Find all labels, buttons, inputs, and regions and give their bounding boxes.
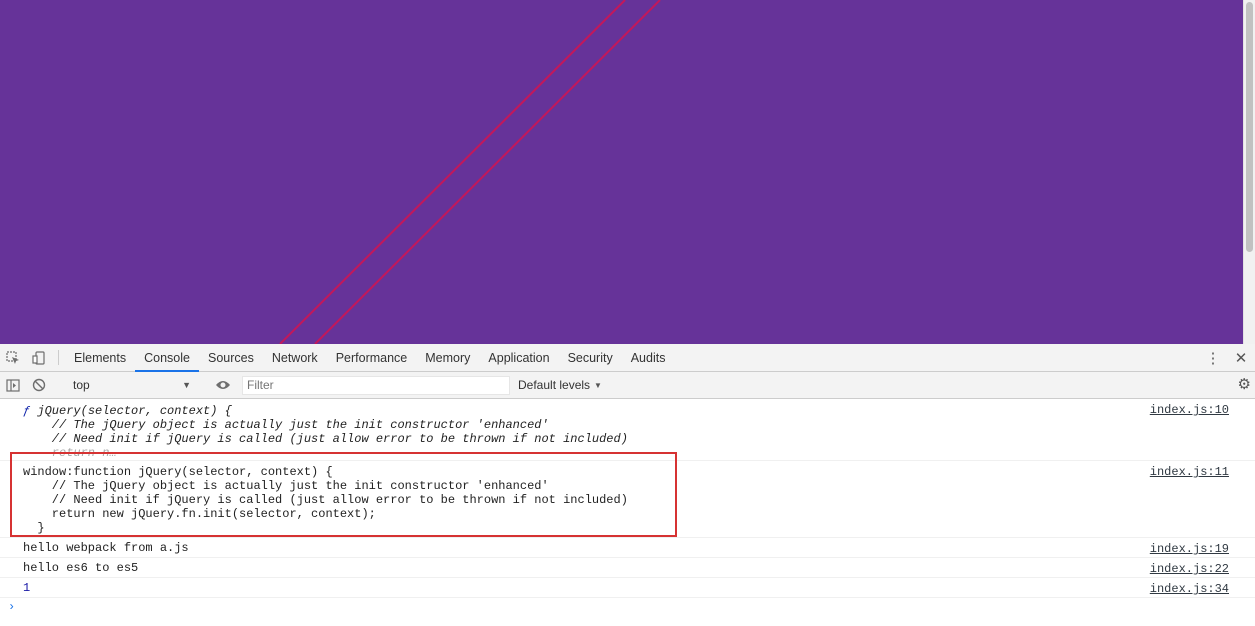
message-text: ƒ jQuery(selector, context) { // The jQu…	[23, 404, 1255, 460]
tab-security[interactable]: Security	[559, 344, 622, 371]
chevron-down-icon: ▼	[182, 380, 191, 390]
clear-console-icon[interactable]	[26, 378, 52, 392]
source-link[interactable]: index.js:19	[1150, 542, 1229, 556]
execution-context-value: top	[73, 378, 90, 392]
source-link[interactable]: index.js:34	[1150, 582, 1229, 596]
console-sidebar-icon[interactable]	[0, 378, 26, 392]
gear-icon[interactable]: ⚙	[1238, 375, 1251, 393]
console-message[interactable]: hello es6 to es5 index.js:22	[0, 558, 1255, 578]
tab-console[interactable]: Console	[135, 344, 199, 372]
function-signature: jQuery(selector, context) {	[30, 404, 232, 418]
message-text: hello es6 to es5	[23, 561, 139, 575]
console-prompt[interactable]: ›	[8, 600, 15, 614]
console-message[interactable]: ƒ jQuery(selector, context) { // The jQu…	[0, 399, 1255, 461]
log-levels-label: Default levels	[518, 378, 591, 392]
tab-audits[interactable]: Audits	[622, 344, 675, 371]
tabbar-separator	[58, 350, 59, 365]
message-text: hello webpack from a.js	[23, 541, 189, 555]
diagonal-lines	[279, 0, 661, 344]
console-message[interactable]: window:function jQuery(selector, context…	[0, 461, 1255, 538]
source-link[interactable]: index.js:22	[1150, 562, 1229, 576]
devtools-panel: Elements Console Sources Network Perform…	[0, 344, 1255, 626]
tab-application[interactable]: Application	[479, 344, 558, 371]
message-text: window:function jQuery(selector, context…	[23, 465, 628, 535]
tab-network[interactable]: Network	[263, 344, 327, 371]
diagonal-line-2	[314, 0, 661, 344]
device-toolbar-icon[interactable]	[26, 344, 52, 371]
message-number: 1	[23, 581, 31, 595]
function-truncated: return n…	[23, 446, 117, 460]
close-icon[interactable]: ✕	[1227, 349, 1255, 367]
console-messages: ƒ jQuery(selector, context) { // The jQu…	[0, 399, 1255, 598]
execution-context-select[interactable]: top ▼	[65, 375, 197, 395]
diagonal-line-1	[279, 0, 626, 344]
tab-elements[interactable]: Elements	[65, 344, 135, 371]
chevron-down-icon: ▼	[594, 380, 602, 390]
page-viewport	[0, 0, 1255, 344]
live-expression-icon[interactable]	[210, 379, 236, 391]
log-levels-dropdown[interactable]: Default levels ▼	[518, 378, 602, 392]
console-toolbar: top ▼ Default levels ▼ ⚙	[0, 372, 1255, 399]
console-message[interactable]: hello webpack from a.js index.js:19	[0, 538, 1255, 558]
function-body: // The jQuery object is actually just th…	[51, 418, 628, 446]
console-message[interactable]: 1 index.js:34	[0, 578, 1255, 598]
more-vert-icon[interactable]: ⋮	[1199, 349, 1227, 367]
tab-sources[interactable]: Sources	[199, 344, 263, 371]
filter-input[interactable]	[242, 375, 510, 395]
source-link[interactable]: index.js:10	[1150, 403, 1229, 417]
source-link[interactable]: index.js:11	[1150, 465, 1229, 479]
scrollbar-thumb[interactable]	[1246, 2, 1253, 252]
devtools-tabbar: Elements Console Sources Network Perform…	[0, 344, 1255, 372]
tabbar-right-tools: ⋮ ✕	[1186, 344, 1255, 371]
tab-performance[interactable]: Performance	[327, 344, 417, 371]
tab-memory[interactable]: Memory	[416, 344, 479, 371]
page-scrollbar[interactable]	[1243, 0, 1255, 344]
inspect-element-icon[interactable]	[0, 344, 26, 371]
